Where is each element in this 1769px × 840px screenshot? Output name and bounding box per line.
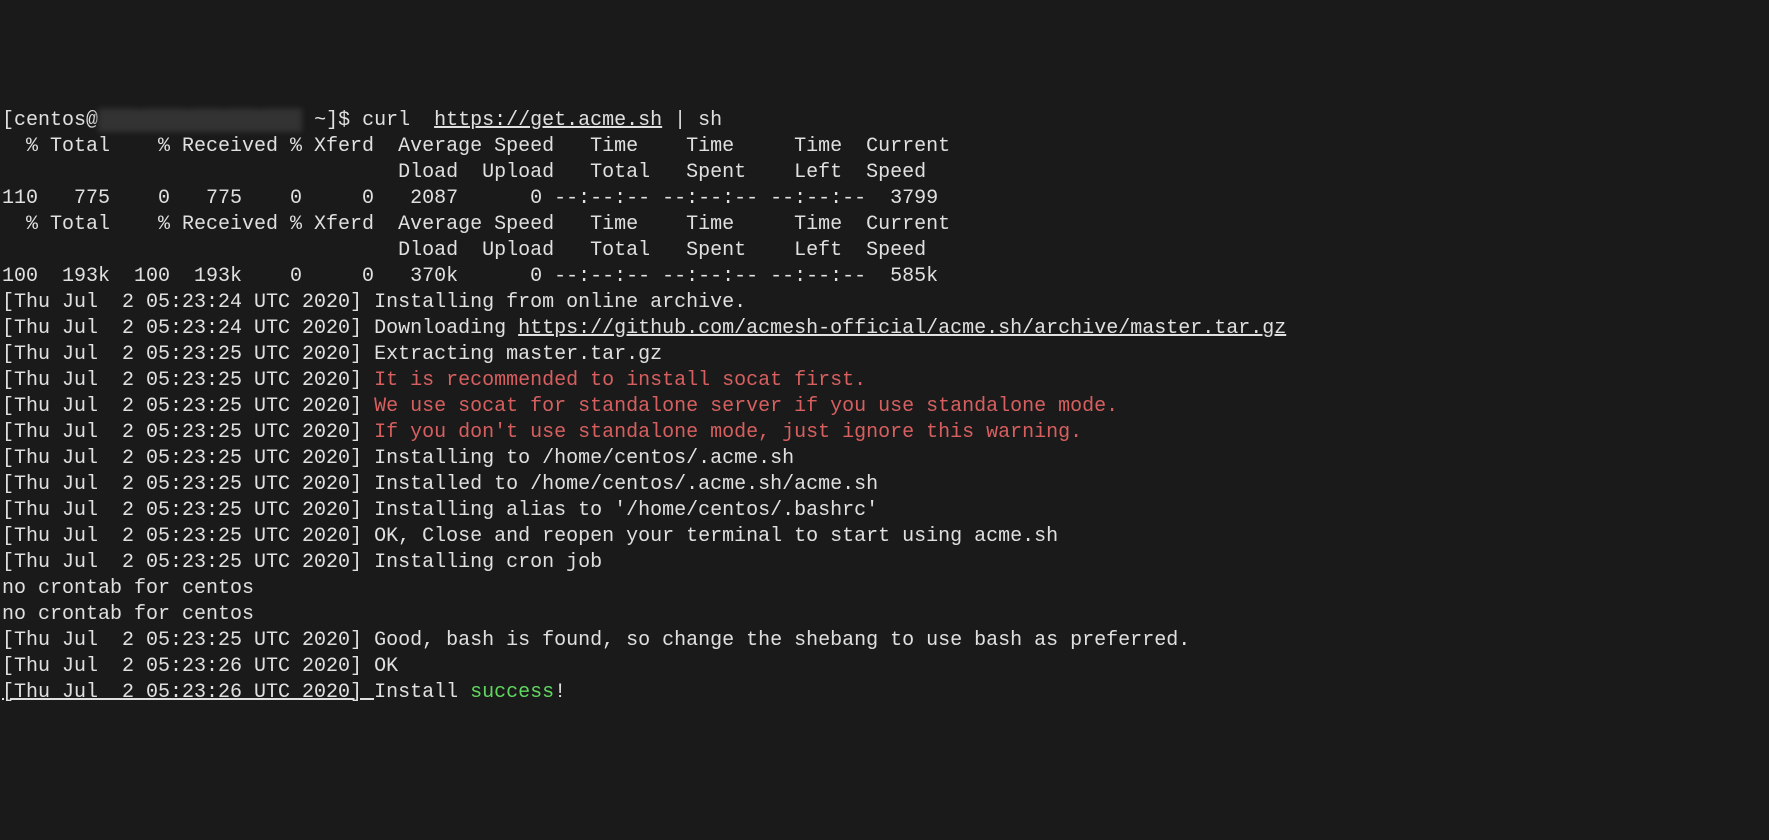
- log-message: OK: [374, 655, 398, 678]
- curl-progress-line: 110 775 0 775 0 0 2087 0 --:--:-- --:--:…: [2, 187, 938, 210]
- log-message: Installing cron job: [374, 551, 602, 574]
- log-message: Good, bash is found, so change the sheba…: [374, 629, 1190, 652]
- command-pipe: | sh: [662, 109, 722, 132]
- command-curl: curl: [362, 109, 434, 132]
- log-message: !: [554, 681, 566, 704]
- log-message: Downloading: [374, 317, 518, 340]
- log-timestamp: [Thu Jul 2 05:23:25 UTC 2020]: [2, 525, 374, 548]
- log-timestamp: [Thu Jul 2 05:23:25 UTC 2020]: [2, 343, 374, 366]
- log-timestamp: [Thu Jul 2 05:23:25 UTC 2020]: [2, 629, 374, 652]
- log-timestamp: [Thu Jul 2 05:23:24 UTC 2020]: [2, 317, 374, 340]
- log-message: Extracting master.tar.gz: [374, 343, 662, 366]
- command-url: https://get.acme.sh: [434, 109, 662, 132]
- log-warning: It is recommended to install socat first…: [374, 369, 866, 392]
- log-message: OK, Close and reopen your terminal to st…: [374, 525, 1058, 548]
- log-timestamp: [Thu Jul 2 05:23:25 UTC 2020]: [2, 369, 374, 392]
- log-cron-message: no crontab for centos: [2, 603, 254, 626]
- log-timestamp: [Thu Jul 2 05:23:24 UTC 2020]: [2, 291, 374, 314]
- log-message: Installing alias to '/home/centos/.bashr…: [374, 499, 878, 522]
- log-timestamp: [Thu Jul 2 05:23:25 UTC 2020]: [2, 395, 374, 418]
- log-timestamp: [Thu Jul 2 05:23:25 UTC 2020]: [2, 447, 374, 470]
- curl-progress-line: 100 193k 100 193k 0 0 370k 0 --:--:-- --…: [2, 265, 938, 288]
- log-timestamp: [Thu Jul 2 05:23:25 UTC 2020]: [2, 473, 374, 496]
- curl-progress-header: Dload Upload Total Spent Left Speed: [2, 161, 926, 184]
- log-cron-message: no crontab for centos: [2, 577, 254, 600]
- curl-progress-header: % Total % Received % Xferd Average Speed…: [2, 213, 950, 236]
- log-warning: We use socat for standalone server if yo…: [374, 395, 1118, 418]
- log-timestamp: [Thu Jul 2 05:23:25 UTC 2020]: [2, 499, 374, 522]
- terminal-output[interactable]: [centos@███ ███ ██ ██ ███ ~]$ curl https…: [2, 108, 1767, 706]
- download-url: https://github.com/acmesh-official/acme.…: [518, 317, 1286, 340]
- log-warning: If you don't use standalone mode, just i…: [374, 421, 1082, 444]
- log-timestamp: [Thu Jul 2 05:23:25 UTC 2020]: [2, 421, 374, 444]
- prompt-path: ~]$: [302, 109, 362, 132]
- log-timestamp: [Thu Jul 2 05:23:26 UTC 2020]: [2, 681, 374, 704]
- log-success: success: [470, 681, 554, 704]
- curl-progress-header: % Total % Received % Xferd Average Speed…: [2, 135, 950, 158]
- log-message: Install: [374, 681, 470, 704]
- log-message: Installed to /home/centos/.acme.sh/acme.…: [374, 473, 878, 496]
- log-timestamp: [Thu Jul 2 05:23:26 UTC 2020]: [2, 655, 374, 678]
- curl-progress-header: Dload Upload Total Spent Left Speed: [2, 239, 926, 262]
- log-timestamp: [Thu Jul 2 05:23:25 UTC 2020]: [2, 551, 374, 574]
- prompt-user-host: [centos@: [2, 109, 98, 132]
- log-message: Installing to /home/centos/.acme.sh: [374, 447, 794, 470]
- redacted-hostname: ███ ███ ██ ██ ███: [98, 109, 302, 132]
- log-message: Installing from online archive.: [374, 291, 746, 314]
